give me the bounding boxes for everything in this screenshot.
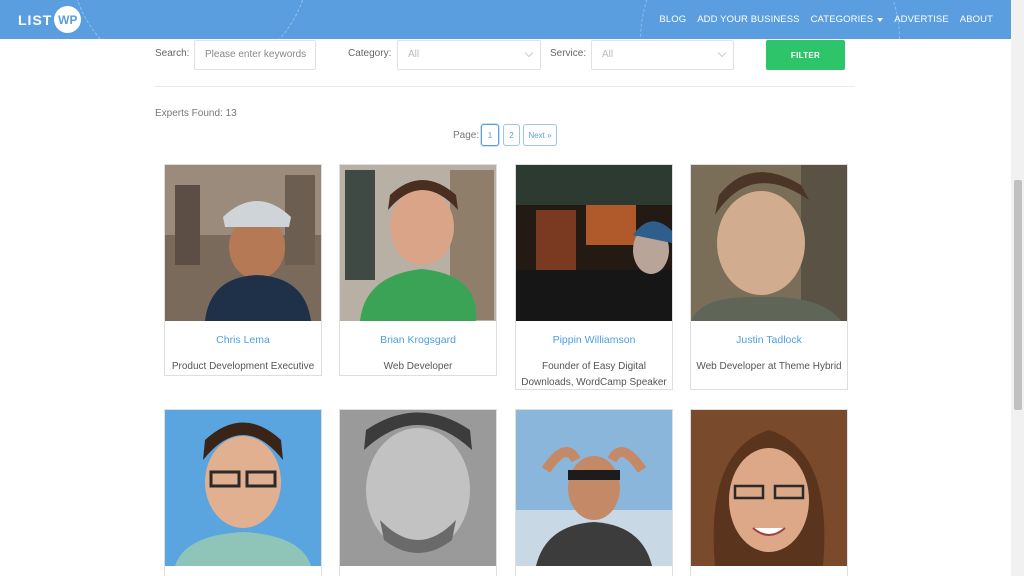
service-value: All — [602, 49, 614, 60]
expert-photo[interactable] — [516, 165, 672, 321]
logo-badge: WP — [54, 6, 82, 33]
expert-photo[interactable] — [516, 410, 672, 566]
search-label: Search: — [155, 48, 190, 59]
expert-name[interactable]: Justin Tadlock — [691, 334, 847, 346]
expert-card[interactable]: Justin Tadlock Web Developer at Theme Hy… — [690, 164, 848, 390]
expert-card[interactable]: Pippin Williamson Founder of Easy Digita… — [515, 164, 673, 390]
page-1-button[interactable]: 1 — [481, 124, 499, 146]
nav-categories-label: CATEGORIES — [810, 14, 874, 25]
scrollbar-thumb[interactable] — [1014, 180, 1022, 410]
expert-photo[interactable] — [165, 410, 321, 566]
main-nav: BLOG ADD YOUR BUSINESS CATEGORIES ADVERT… — [648, 0, 993, 39]
decorative-arc — [70, 0, 310, 39]
site-header: LIST WP BLOG ADD YOUR BUSINESS CATEGORIE… — [0, 0, 1011, 39]
category-select[interactable]: All — [397, 40, 541, 70]
expert-card[interactable]: Chris Lema Product Development Executive — [164, 164, 322, 376]
expert-card[interactable] — [515, 409, 673, 576]
chevron-down-icon — [717, 48, 727, 58]
expert-photo[interactable] — [691, 165, 847, 321]
expert-card[interactable] — [339, 409, 497, 576]
next-page-button[interactable]: Next » — [523, 124, 557, 146]
expert-name[interactable]: Brian Krogsgard — [340, 334, 496, 346]
nav-blog[interactable]: BLOG — [659, 14, 686, 25]
chevron-down-icon — [524, 48, 534, 58]
category-value: All — [408, 49, 420, 60]
expert-role: Product Development Executive — [171, 361, 315, 372]
expert-name[interactable]: Chris Lema — [165, 334, 321, 346]
page-label: Page: — [453, 130, 480, 141]
category-label: Category: — [348, 48, 392, 59]
divider — [155, 86, 855, 87]
expert-card[interactable]: Brian Krogsgard Web Developer — [339, 164, 497, 376]
logo-text: LIST — [18, 11, 53, 28]
expert-photo[interactable] — [691, 410, 847, 566]
filter-button[interactable]: FILTER — [766, 40, 845, 70]
nav-categories[interactable]: CATEGORIES — [811, 14, 884, 25]
nav-about[interactable]: ABOUT — [960, 14, 993, 25]
scrollbar[interactable] — [1011, 0, 1024, 576]
caret-down-icon — [877, 17, 884, 22]
expert-photo[interactable] — [340, 165, 496, 321]
experts-found-count: Experts Found: 13 — [155, 108, 237, 119]
service-label: Service: — [550, 48, 587, 59]
search-input[interactable]: Please enter keywords — [194, 40, 316, 70]
expert-card[interactable] — [164, 409, 322, 576]
nav-advertise[interactable]: ADVERTISE — [894, 14, 949, 25]
nav-add-business[interactable]: ADD YOUR BUSINESS — [697, 14, 799, 25]
expert-photo[interactable] — [340, 410, 496, 566]
expert-role: Web Developer at Theme Hybrid — [696, 361, 842, 372]
expert-card[interactable] — [690, 409, 848, 576]
expert-photo[interactable] — [165, 165, 321, 321]
expert-name[interactable]: Pippin Williamson — [516, 334, 672, 346]
service-select[interactable]: All — [591, 40, 734, 70]
expert-role: Web Developer — [383, 361, 453, 372]
site-logo[interactable]: LIST WP — [18, 6, 82, 33]
page-2-button[interactable]: 2 — [503, 124, 520, 146]
expert-role: Founder of Easy Digital Downloads, WordC… — [521, 361, 667, 388]
